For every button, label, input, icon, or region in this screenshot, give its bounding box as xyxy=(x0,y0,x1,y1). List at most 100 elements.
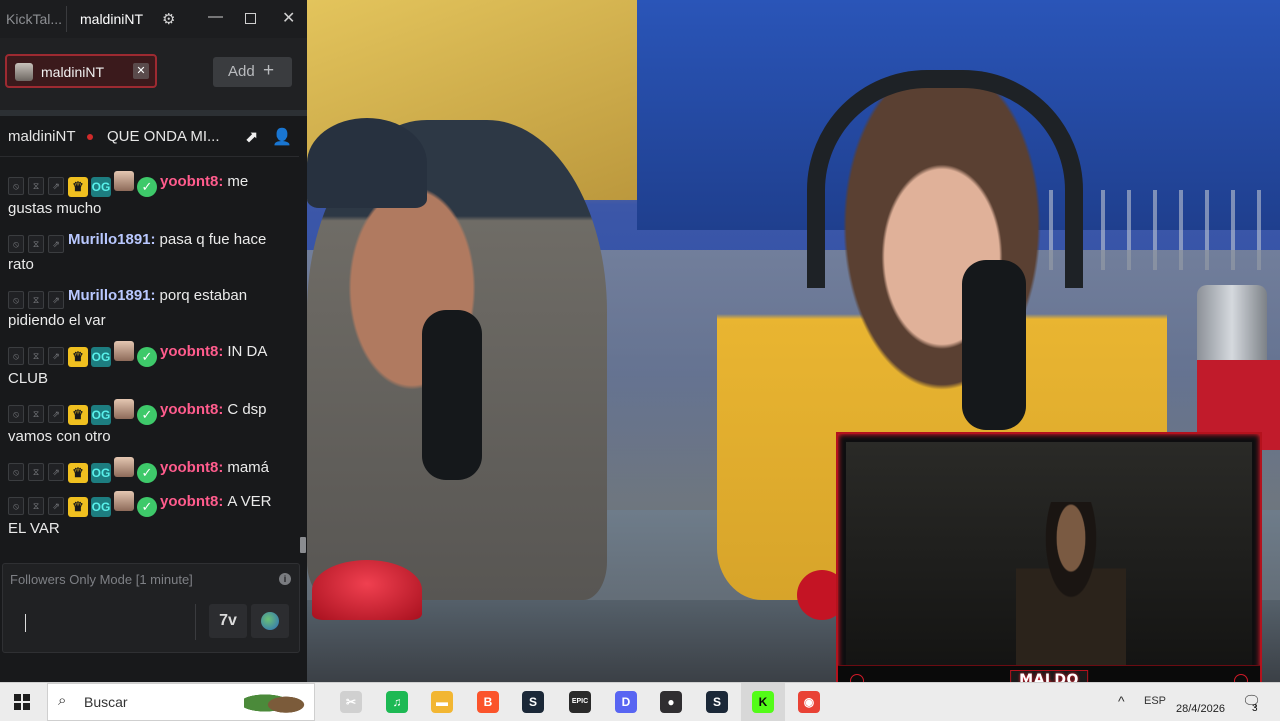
input-separator xyxy=(195,604,196,640)
delete-icon[interactable]: ⇗ xyxy=(48,235,64,253)
taskbar-steam-icon[interactable]: S xyxy=(522,691,544,713)
taskbar-epic-games-icon[interactable]: EPIC xyxy=(569,691,591,713)
windows-logo-pane xyxy=(14,694,21,701)
add-channel-button[interactable]: Add + xyxy=(213,57,292,87)
app-title[interactable]: KickTal... xyxy=(6,11,62,27)
taskbar-steam-2-icon[interactable]: S xyxy=(706,691,728,713)
crown-badge-icon: ♛ xyxy=(68,497,88,517)
chat-username[interactable]: Murillo1891: xyxy=(68,231,156,248)
chat-input-area: Followers Only Mode [1 minute] i 7v xyxy=(2,563,300,653)
video-microphone-left xyxy=(422,310,482,480)
timeout-icon[interactable]: ⧖ xyxy=(28,347,44,365)
taskbar-discord-icon[interactable]: D xyxy=(615,691,637,713)
chat-username[interactable]: yoobnt8: xyxy=(160,493,223,510)
channel-chip-close-icon[interactable]: ✕ xyxy=(133,63,149,79)
verified-badge-icon: ✓ xyxy=(137,347,157,367)
taskbar-brave-icon[interactable]: B xyxy=(477,691,499,713)
video-headphones xyxy=(807,70,1083,288)
taskbar-obs-icon[interactable]: ● xyxy=(660,691,682,713)
sub-badge-icon xyxy=(114,399,134,419)
ban-icon[interactable]: ⦸ xyxy=(8,463,24,481)
ban-icon[interactable]: ⦸ xyxy=(8,291,24,309)
timeout-icon[interactable]: ⧖ xyxy=(28,405,44,423)
clock-date[interactable]: 28/4/2026 xyxy=(1176,703,1225,715)
delete-icon[interactable]: ⇗ xyxy=(48,497,64,515)
og-badge-icon: OG xyxy=(91,497,111,517)
chat-message: ⦸ ⧖ ⇗ ♛ OG ✓ yoobnt8: mamá xyxy=(0,452,298,486)
taskbar-chrome-icon[interactable]: ◉ xyxy=(798,691,820,713)
delete-icon[interactable]: ⇗ xyxy=(48,405,64,423)
seventv-emote-button[interactable]: 7v xyxy=(209,604,247,638)
minimize-button[interactable]: — xyxy=(208,8,223,25)
timeout-icon[interactable]: ⧖ xyxy=(28,177,44,195)
ban-icon[interactable]: ⦸ xyxy=(8,235,24,253)
notification-count: 3 xyxy=(1252,703,1258,714)
crown-badge-icon: ♛ xyxy=(68,405,88,425)
channel-chip-label: maldiniNT xyxy=(41,64,105,80)
add-button-label: Add xyxy=(228,63,255,80)
timeout-icon[interactable]: ⧖ xyxy=(28,497,44,515)
tab-channel[interactable]: maldiniNT xyxy=(80,11,143,27)
taskbar-kick-icon[interactable]: K xyxy=(752,691,774,713)
close-button[interactable]: ✕ xyxy=(282,8,295,28)
delete-icon[interactable]: ⇗ xyxy=(48,291,64,309)
taskbar-file-explorer-icon[interactable]: ▬ xyxy=(431,691,453,713)
timeout-icon[interactable]: ⧖ xyxy=(28,235,44,253)
chat-username[interactable]: yoobnt8: xyxy=(160,401,223,418)
verified-badge-icon: ✓ xyxy=(137,177,157,197)
ban-icon[interactable]: ⦸ xyxy=(8,497,24,515)
taskbar-spotify-icon[interactable]: ♫ xyxy=(386,691,408,713)
delete-icon[interactable]: ⇗ xyxy=(48,177,64,195)
timeout-icon[interactable]: ⧖ xyxy=(28,463,44,481)
channel-chip[interactable]: maldiniNT ✕ xyxy=(5,54,157,88)
og-badge-icon: OG xyxy=(91,463,111,483)
chat-message: ⦸ ⧖ ⇗ Murillo1891: pasa q fue hace rato xyxy=(0,224,298,280)
streamer-username[interactable]: maldiniNT xyxy=(8,128,76,145)
user-icon[interactable]: 👤 xyxy=(272,127,292,147)
info-icon[interactable]: i xyxy=(279,573,291,585)
moderation-icon[interactable]: ⬈ xyxy=(245,127,258,147)
taskbar-snipping-tool-icon[interactable]: ✂ xyxy=(340,691,362,713)
chat-message: ⦸ ⧖ ⇗ ♛ OG ✓ yoobnt8: A VER EL VAR xyxy=(0,486,298,544)
delete-icon[interactable]: ⇗ xyxy=(48,463,64,481)
chat-message: ⦸ ⧖ ⇗ ♛ OG ✓ yoobnt8: C dsp vamos con otro xyxy=(0,394,298,452)
scrollbar-track[interactable] xyxy=(299,156,307,566)
windows-start-button[interactable] xyxy=(14,694,30,710)
chat-window: KickTal... maldiniNT ⚙ — ✕ maldiniNT ✕ A… xyxy=(0,0,307,682)
chat-input[interactable]: 7v xyxy=(3,594,299,650)
sub-badge-icon xyxy=(114,341,134,361)
verified-badge-icon: ✓ xyxy=(137,405,157,425)
chat-message: ⦸ ⧖ ⇗ ♛ OG ✓ yoobnt8: me gustas mucho xyxy=(0,166,298,224)
live-indicator xyxy=(87,134,93,140)
chat-username[interactable]: yoobnt8: xyxy=(160,343,223,360)
chat-message-text: C dsp vamos con otro xyxy=(8,401,267,445)
windows-taskbar: ⌕ Buscar ✂ ♫ ▬ B S EPIC D ● S K ◉ ^ ESP 28/4/2026 … xyxy=(0,682,1280,721)
video-host-cap xyxy=(307,118,427,208)
tray-chevron-icon[interactable]: ^ xyxy=(1118,693,1125,709)
crown-badge-icon: ♛ xyxy=(68,177,88,197)
text-caret xyxy=(25,614,26,632)
chat-username[interactable]: Murillo1891: xyxy=(68,287,156,304)
gear-icon[interactable]: ⚙ xyxy=(162,10,175,28)
maximize-button[interactable] xyxy=(245,13,256,24)
taskbar-search[interactable]: ⌕ Buscar xyxy=(47,683,315,721)
delete-icon[interactable]: ⇗ xyxy=(48,347,64,365)
language-indicator[interactable]: ESP xyxy=(1144,695,1166,707)
windows-logo-pane xyxy=(14,703,21,710)
chat-username[interactable]: yoobnt8: xyxy=(160,459,223,476)
chat-message-text: mamá xyxy=(227,459,270,476)
search-icon: ⌕ xyxy=(58,692,67,709)
emote-picker-button[interactable] xyxy=(251,604,289,638)
ban-icon[interactable]: ⦸ xyxy=(8,177,24,195)
ban-icon[interactable]: ⦸ xyxy=(8,347,24,365)
scrollbar-thumb[interactable] xyxy=(300,537,306,553)
crown-badge-icon: ♛ xyxy=(68,347,88,367)
chat-message: ⦸ ⧖ ⇗ ♛ OG ✓ yoobnt8: IN DA CLUB xyxy=(0,336,298,394)
timeout-icon[interactable]: ⧖ xyxy=(28,291,44,309)
chat-username[interactable]: yoobnt8: xyxy=(160,173,223,190)
channel-bar: maldiniNT ✕ Add + xyxy=(0,38,307,116)
ban-icon[interactable]: ⦸ xyxy=(8,405,24,423)
webcam-feed xyxy=(846,442,1252,666)
webcam-streamer xyxy=(1016,502,1126,666)
og-badge-icon: OG xyxy=(91,405,111,425)
